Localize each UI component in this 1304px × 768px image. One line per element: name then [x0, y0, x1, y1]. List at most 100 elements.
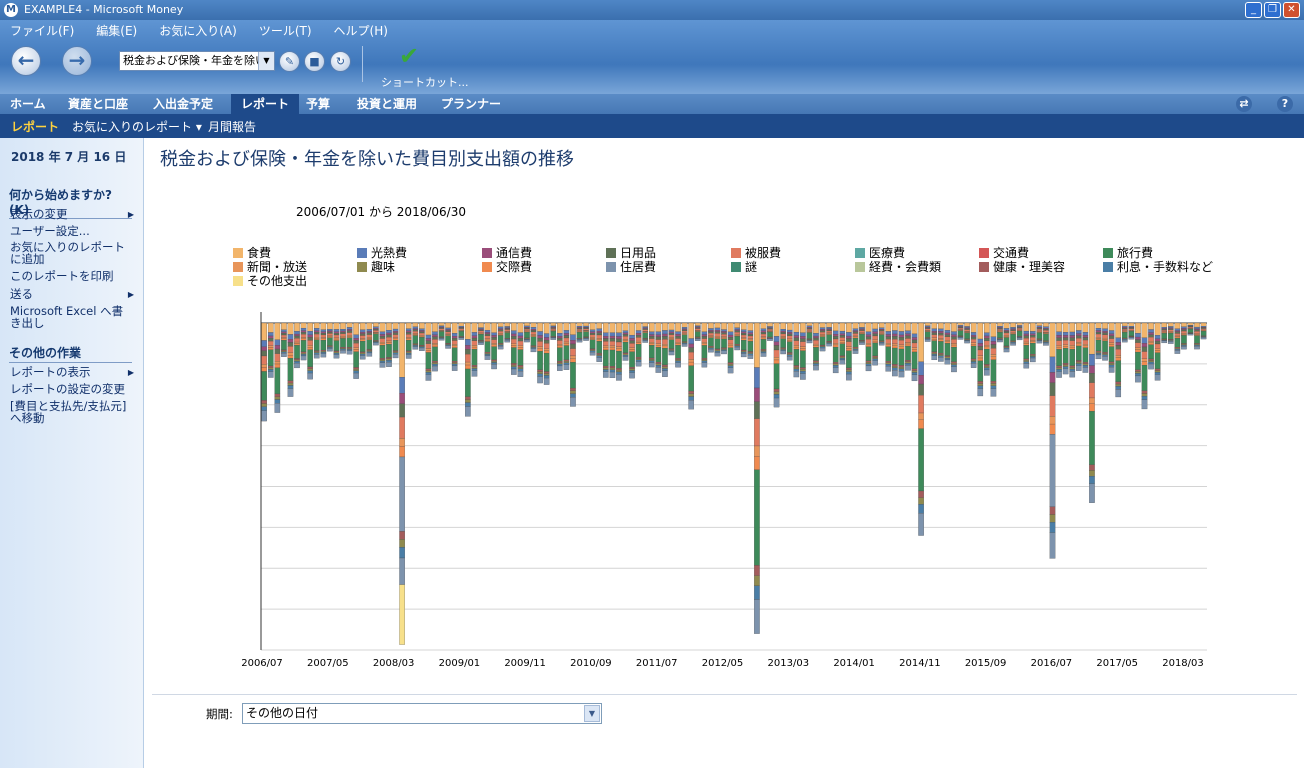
bar-segment[interactable] [570, 343, 576, 349]
bar-segment[interactable] [1023, 335, 1030, 339]
bar-segment[interactable] [589, 331, 596, 334]
subnav-monthly-report[interactable]: 月間報告 [208, 118, 256, 135]
bar-segment[interactable] [911, 339, 918, 344]
bar-segment[interactable] [970, 342, 977, 345]
bar-segment[interactable] [892, 364, 898, 367]
bar-segment[interactable] [313, 354, 320, 359]
bar-segment[interactable] [451, 336, 458, 339]
bar-segment[interactable] [379, 342, 386, 344]
bar-segment[interactable] [616, 341, 622, 348]
bar-segment[interactable] [734, 344, 740, 346]
bar-segment[interactable] [366, 329, 373, 332]
bar-segment[interactable] [346, 322, 353, 328]
bar-segment[interactable] [747, 335, 754, 340]
bar-segment[interactable] [760, 336, 767, 339]
bar-segment[interactable] [294, 333, 300, 337]
bar-segment[interactable] [419, 328, 425, 331]
bar-segment[interactable] [688, 359, 695, 363]
bar-segment[interactable] [1062, 364, 1069, 367]
bar-segment[interactable] [602, 336, 609, 339]
bar-segment[interactable] [359, 333, 366, 336]
bar-segment[interactable] [300, 327, 307, 331]
bar-segment[interactable] [504, 340, 511, 343]
bar-segment[interactable] [1069, 365, 1076, 368]
bar-segment[interactable] [451, 344, 458, 346]
bar-segment[interactable] [727, 334, 734, 338]
bar-segment[interactable] [261, 364, 267, 368]
bar-segment[interactable] [714, 327, 721, 331]
bar-segment[interactable] [1154, 348, 1161, 351]
bar-segment[interactable] [511, 366, 517, 370]
bar-segment[interactable] [300, 338, 307, 341]
bar-segment[interactable] [1121, 339, 1128, 343]
bar-segment[interactable] [346, 337, 353, 348]
bar-segment[interactable] [826, 327, 832, 329]
bar-segment[interactable] [557, 322, 563, 334]
bar-segment[interactable] [872, 331, 878, 334]
bar-segment[interactable] [1010, 334, 1016, 341]
bar-segment[interactable] [392, 332, 399, 335]
bar-segment[interactable] [471, 322, 478, 333]
bar-segment[interactable] [563, 361, 570, 363]
bar-segment[interactable] [340, 338, 346, 348]
bar-segment[interactable] [1049, 522, 1056, 533]
bar-segment[interactable] [747, 322, 754, 331]
sidebar-item-user-settings[interactable]: ユーザー設定... [10, 225, 134, 237]
bar-segment[interactable] [1174, 322, 1181, 329]
bar-segment[interactable] [694, 325, 701, 327]
bar-segment[interactable] [694, 328, 701, 331]
bar-segment[interactable] [892, 347, 898, 365]
bar-segment[interactable] [990, 354, 997, 357]
bar-segment[interactable] [852, 336, 859, 339]
bar-segment[interactable] [471, 346, 478, 350]
bar-segment[interactable] [313, 351, 320, 353]
bar-segment[interactable] [1043, 332, 1049, 335]
bar-segment[interactable] [576, 340, 583, 343]
bar-segment[interactable] [662, 348, 668, 366]
bar-segment[interactable] [964, 332, 970, 339]
bar-segment[interactable] [1082, 339, 1089, 345]
bar-segment[interactable] [622, 330, 629, 334]
bar-segment[interactable] [491, 359, 497, 362]
bar-segment[interactable] [267, 332, 274, 337]
bar-segment[interactable] [261, 340, 267, 347]
bar-segment[interactable] [313, 330, 320, 333]
bar-segment[interactable] [287, 352, 294, 356]
bar-segment[interactable] [964, 322, 970, 327]
bar-segment[interactable] [287, 358, 294, 381]
bar-segment[interactable] [1095, 337, 1102, 339]
bar-segment[interactable] [392, 328, 399, 332]
bar-segment[interactable] [938, 339, 944, 342]
bar-segment[interactable] [786, 338, 793, 341]
minimize-button[interactable]: _ [1245, 2, 1262, 18]
bar-segment[interactable] [313, 339, 320, 351]
bar-segment[interactable] [419, 346, 425, 349]
bar-segment[interactable] [1115, 381, 1122, 385]
bar-segment[interactable] [668, 350, 675, 352]
bar-segment[interactable] [373, 342, 379, 346]
bar-segment[interactable] [885, 322, 892, 332]
bar-segment[interactable] [267, 338, 274, 342]
bar-segment[interactable] [655, 363, 662, 366]
bar-segment[interactable] [813, 333, 819, 337]
bar-segment[interactable] [1075, 333, 1082, 336]
bar-segment[interactable] [622, 322, 629, 331]
bar-segment[interactable] [918, 361, 924, 376]
bar-segment[interactable] [609, 345, 616, 348]
bar-segment[interactable] [570, 348, 576, 357]
bar-segment[interactable] [734, 327, 740, 330]
bar-segment[interactable] [281, 340, 287, 351]
bar-segment[interactable] [340, 347, 346, 349]
bar-segment[interactable] [1141, 343, 1148, 348]
bar-segment[interactable] [767, 338, 773, 341]
bar-segment[interactable] [786, 354, 793, 357]
bar-segment[interactable] [432, 343, 438, 346]
bar-segment[interactable] [307, 347, 313, 350]
bar-segment[interactable] [386, 360, 392, 363]
bar-segment[interactable] [629, 347, 635, 350]
bar-segment[interactable] [294, 322, 300, 332]
bar-segment[interactable] [616, 338, 622, 343]
bar-segment[interactable] [373, 330, 379, 333]
bar-segment[interactable] [970, 358, 977, 361]
bar-segment[interactable] [267, 341, 274, 346]
